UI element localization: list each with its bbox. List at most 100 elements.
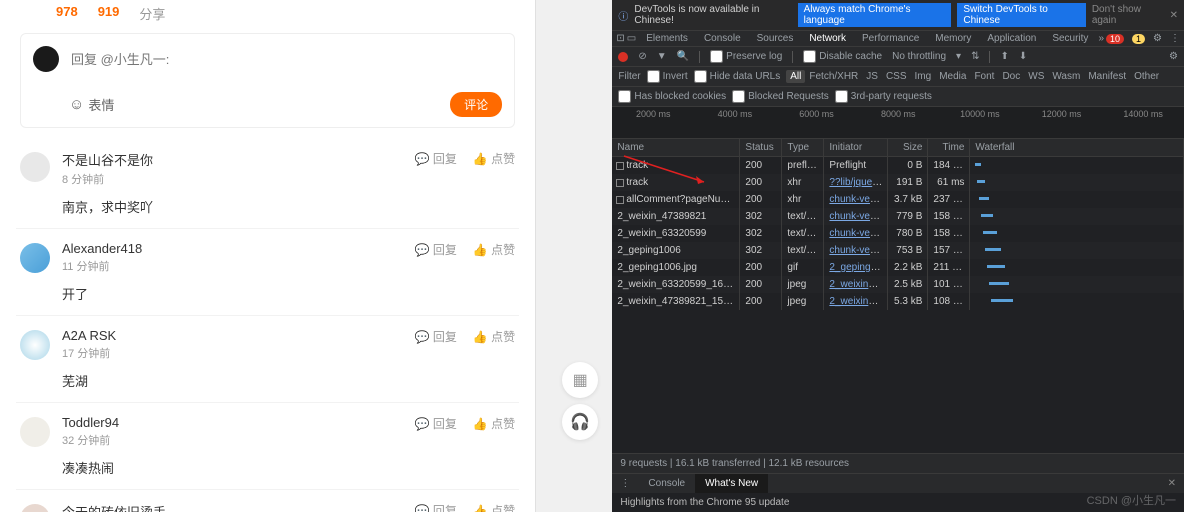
record-button[interactable]	[618, 52, 628, 62]
whats-new-tab[interactable]: What's New	[695, 474, 768, 493]
close-icon[interactable]: ✕	[1170, 10, 1178, 21]
table-header[interactable]: Name Status Type Initiator Size Time Wat…	[612, 139, 1184, 157]
throttling-select[interactable]: No throttling	[892, 51, 946, 62]
avatar[interactable]	[20, 417, 50, 447]
table-row[interactable]: 2_weixin_47389821_1587899136.jpg 200 jpe…	[612, 293, 1184, 310]
reply-input[interactable]	[71, 52, 502, 67]
filter-all[interactable]: All	[786, 70, 805, 83]
reply-button[interactable]: 💬 回复	[415, 502, 457, 512]
reply-button[interactable]: 💬 回复	[415, 415, 457, 432]
banner-match-button[interactable]: Always match Chrome's language	[798, 3, 952, 27]
comment-time: 11 分钟前	[62, 258, 142, 274]
banner-switch-button[interactable]: Switch DevTools to Chinese	[957, 3, 1085, 27]
reply-button[interactable]: 💬 回复	[415, 150, 457, 167]
inspect-icon[interactable]: ⊡	[616, 33, 624, 44]
like-button[interactable]: 👍 点赞	[473, 150, 515, 167]
like-button[interactable]: 👍 点赞	[473, 241, 515, 258]
filter-ws[interactable]: WS	[1024, 70, 1048, 83]
like-button[interactable]: 👍 点赞	[473, 415, 515, 432]
table-row[interactable]: 2_weixin_63320599 302 text/html... chunk…	[612, 225, 1184, 242]
tab-application[interactable]: Application	[979, 30, 1044, 47]
drawer-tabs: ⋮ Console What's New ✕	[612, 473, 1184, 493]
table-row[interactable]: 2_geping1006.jpg 200 gif 2_geping1006 2.…	[612, 259, 1184, 276]
tab-sources[interactable]: Sources	[749, 30, 802, 47]
preserve-log-checkbox[interactable]: Preserve log	[710, 50, 782, 63]
filter-other[interactable]: Other	[1130, 70, 1163, 83]
drawer-close-icon[interactable]: ✕	[1160, 474, 1184, 493]
stat-1[interactable]: 978	[56, 4, 78, 23]
drawer-toggle[interactable]: ⋮	[612, 474, 638, 493]
reply-button[interactable]: 💬 回复	[415, 241, 457, 258]
download-icon[interactable]: ⬇	[1019, 51, 1027, 62]
submit-button[interactable]: 评论	[450, 92, 502, 117]
gear-icon[interactable]: ⚙	[1153, 33, 1162, 44]
filter-doc[interactable]: Doc	[998, 70, 1024, 83]
network-toolbar: ⊘ ▼ 🔍 Preserve log Disable cache No thro…	[612, 47, 1184, 67]
toolbar-gear-icon[interactable]: ⚙	[1169, 51, 1178, 62]
chevron-down-icon[interactable]: ▾	[956, 51, 961, 62]
table-row[interactable]: 2_weixin_63320599_1634952868.jpg 200 jpe…	[612, 276, 1184, 293]
like-button[interactable]: 👍 点赞	[473, 502, 515, 512]
blocked-cookies-checkbox[interactable]: Has blocked cookies	[618, 90, 726, 103]
headset-icon[interactable]: 🎧	[562, 404, 598, 440]
disable-cache-checkbox[interactable]: Disable cache	[803, 50, 882, 63]
avatar[interactable]	[20, 330, 50, 360]
comment-time: 32 分钟前	[62, 432, 119, 448]
tab-elements[interactable]: Elements	[638, 30, 696, 47]
search-icon[interactable]: 🔍	[677, 51, 689, 62]
tab-console[interactable]: Console	[696, 30, 749, 47]
table-row[interactable]: track 200 xhr ??lib/jquery/1.12.4... 191…	[612, 174, 1184, 191]
filter-font[interactable]: Font	[970, 70, 998, 83]
third-party-checkbox[interactable]: 3rd-party requests	[835, 90, 932, 103]
filter-media[interactable]: Media	[935, 70, 970, 83]
avatar[interactable]	[20, 152, 50, 182]
stat-2[interactable]: 919	[98, 4, 120, 23]
wifi-icon[interactable]: ⇅	[971, 51, 979, 62]
avatar[interactable]	[20, 504, 50, 512]
tab-performance[interactable]: Performance	[854, 30, 927, 47]
comment-user[interactable]: 今天的砖依旧烫手	[62, 502, 166, 512]
filter-icon[interactable]: ▼	[657, 51, 667, 62]
device-icon[interactable]: ▭	[627, 33, 636, 44]
clear-icon[interactable]: ⊘	[638, 51, 646, 62]
avatar[interactable]	[20, 243, 50, 273]
more-tabs[interactable]: »	[1098, 33, 1104, 44]
error-badge[interactable]: 10	[1106, 34, 1124, 44]
comment-user[interactable]: A2A RSK	[62, 328, 116, 343]
invert-checkbox[interactable]: Invert	[647, 70, 688, 83]
comment-text: 芜湖	[62, 371, 515, 390]
filter-manifest[interactable]: Manifest	[1084, 70, 1130, 83]
table-row[interactable]: allComment?pageNum=2&pageSize... 200 xhr…	[612, 191, 1184, 208]
table-row[interactable]: 2_geping1006 302 text/html... chunk-vend…	[612, 242, 1184, 259]
warn-badge[interactable]: 1	[1132, 34, 1145, 44]
filter-js[interactable]: JS	[862, 70, 882, 83]
banner-dismiss[interactable]: Don't show again	[1092, 4, 1164, 26]
timeline[interactable]: 2000 ms4000 ms6000 ms8000 ms10000 ms1200…	[612, 107, 1184, 139]
filter-img[interactable]: Img	[911, 70, 936, 83]
console-tab[interactable]: Console	[638, 474, 695, 493]
table-row[interactable]: 2_weixin_47389821 302 text/html... chunk…	[612, 208, 1184, 225]
comment-user[interactable]: 不是山谷不是你	[62, 150, 153, 169]
share-button[interactable]: 分享	[139, 4, 165, 23]
table-row[interactable]: track 200 preflight Preflight 0 B 184 ms	[612, 157, 1184, 174]
filter-fetch/xhr[interactable]: Fetch/XHR	[805, 70, 862, 83]
tab-security[interactable]: Security	[1044, 30, 1096, 47]
emoji-button[interactable]: ☺ 表情	[69, 95, 114, 114]
filter-wasm[interactable]: Wasm	[1048, 70, 1084, 83]
comment-item: 不是山谷不是你 8 分钟前 💬 回复 👍 点赞 南京，求中奖吖	[16, 138, 519, 229]
upload-icon[interactable]: ⬆	[1000, 51, 1008, 62]
blocked-requests-checkbox[interactable]: Blocked Requests	[732, 90, 829, 103]
like-button[interactable]: 👍 点赞	[473, 328, 515, 345]
kebab-icon[interactable]: ⋮	[1170, 33, 1180, 44]
filter-css[interactable]: CSS	[882, 70, 911, 83]
comment-user[interactable]: Alexander418	[62, 241, 142, 256]
watermark: CSDN @小生凡一	[1087, 492, 1176, 508]
tab-memory[interactable]: Memory	[927, 30, 979, 47]
hide-data-urls-checkbox[interactable]: Hide data URLs	[694, 70, 781, 83]
comment-user[interactable]: Toddler94	[62, 415, 119, 430]
qr-icon[interactable]: ▦	[562, 362, 598, 398]
gutter: ▦ 🎧	[536, 0, 612, 512]
avatar	[33, 46, 59, 72]
reply-button[interactable]: 💬 回复	[415, 328, 457, 345]
comment-item: A2A RSK 17 分钟前 💬 回复 👍 点赞 芜湖	[16, 316, 519, 403]
